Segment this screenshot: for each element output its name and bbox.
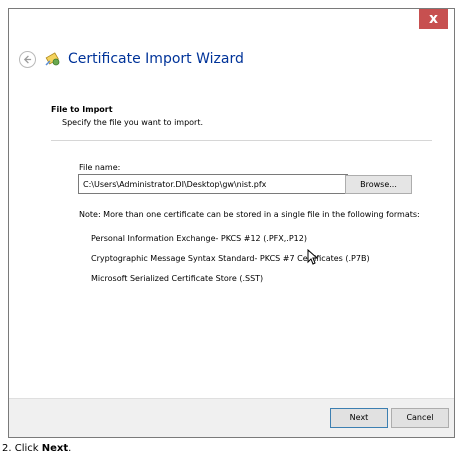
- certificate-icon: [45, 52, 60, 66]
- section-description: Specify the file you want to import.: [62, 118, 204, 127]
- mouse-pointer-icon: [307, 249, 318, 265]
- wizard-footer: Next Cancel: [9, 398, 454, 437]
- back-arrow-icon: [23, 54, 32, 64]
- back-button[interactable]: [19, 50, 36, 68]
- caption-prefix: 2. Click: [2, 443, 42, 454]
- formats-note: Note: More than one certificate can be s…: [79, 210, 420, 219]
- format-item-p7b: Cryptographic Message Syntax Standard- P…: [91, 254, 370, 263]
- section-title: File to Import: [51, 105, 113, 114]
- caption-suffix: .: [68, 443, 72, 454]
- format-item-sst: Microsoft Serialized Certificate Store (…: [91, 274, 264, 283]
- browse-button[interactable]: Browse...: [345, 175, 412, 194]
- file-name-input[interactable]: [78, 174, 348, 194]
- certificate-import-wizard-window: x Certificate Import Wizard File to Impo…: [8, 8, 455, 438]
- cancel-button[interactable]: Cancel: [391, 408, 449, 428]
- wizard-content: File to Import Specify the file you want…: [9, 89, 454, 401]
- file-name-label: File name:: [79, 163, 121, 172]
- wizard-header: Certificate Import Wizard: [9, 29, 454, 89]
- caption-bold: Next: [41, 443, 69, 454]
- divider: [51, 140, 432, 141]
- wizard-title: Certificate Import Wizard: [68, 51, 244, 67]
- instruction-caption: 2. Click Next.: [2, 443, 71, 454]
- close-button[interactable]: x: [419, 9, 448, 29]
- next-button[interactable]: Next: [330, 408, 388, 428]
- format-item-pfx: Personal Information Exchange- PKCS #12 …: [91, 234, 307, 243]
